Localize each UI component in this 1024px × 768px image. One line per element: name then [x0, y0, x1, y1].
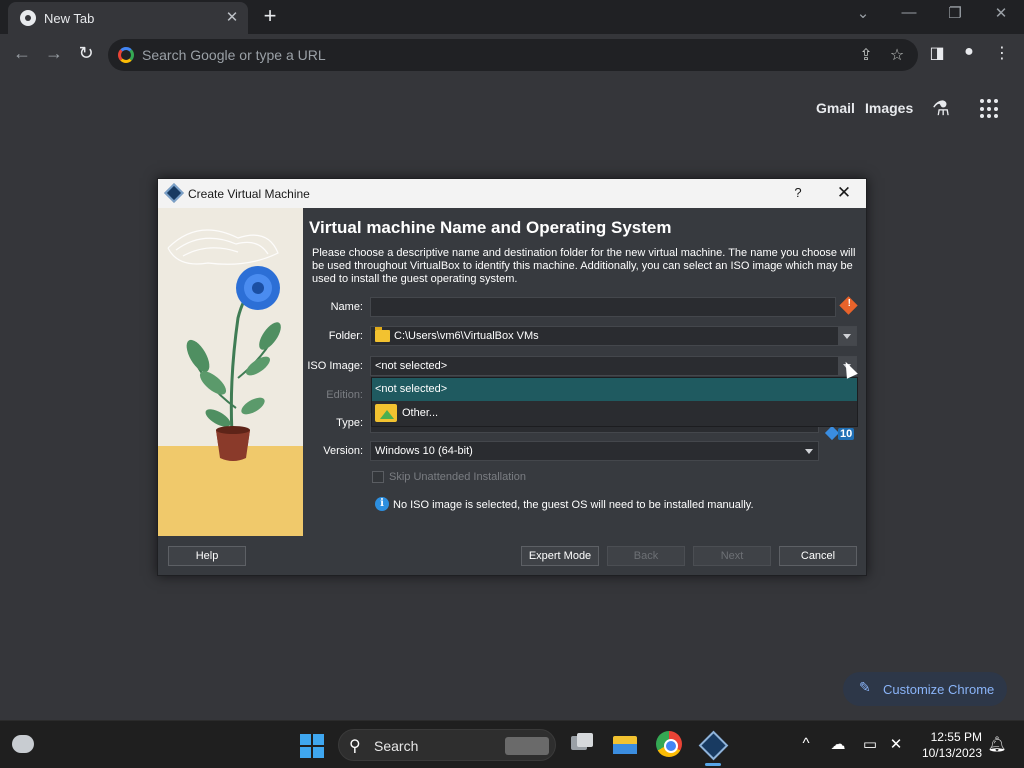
- wizard-heading: Virtual machine Name and Operating Syste…: [309, 218, 672, 237]
- back-button[interactable]: Back: [607, 546, 685, 566]
- file-explorer-icon[interactable]: [612, 731, 638, 757]
- taskbar-search-box[interactable]: ⚲ Search: [338, 729, 556, 761]
- help-button[interactable]: Help: [168, 546, 246, 566]
- info-message: No ISO image is selected, the guest OS w…: [393, 499, 754, 511]
- virtualbox-taskbar-icon[interactable]: [699, 731, 725, 757]
- task-view-icon[interactable]: [569, 731, 595, 757]
- next-button[interactable]: Next: [693, 546, 771, 566]
- windows-taskbar: ⚲ Search ^ ☁ ▭ ✕ 12:55 PM 10/13/2023 🔔︎: [0, 720, 1024, 768]
- dialog-titlebar: Create Virtual Machine ? ✕: [158, 179, 866, 208]
- tab-strip: New Tab ✕ + ⌄ — ❐ ✕: [0, 0, 1024, 34]
- chrome-favicon-icon: [20, 10, 36, 26]
- omnibox[interactable]: Search Google or type a URL ⇪ ☆: [108, 39, 918, 71]
- wizard-illustration: [158, 208, 303, 536]
- name-label: Name:: [330, 301, 363, 313]
- google-g-icon: [118, 47, 134, 63]
- back-arrow-icon[interactable]: ←: [10, 43, 34, 64]
- wizard-description: Please choose a descriptive name and des…: [312, 247, 856, 285]
- edition-label: Edition:: [326, 389, 363, 401]
- skip-unattended-label: Skip Unattended Installation: [389, 471, 526, 483]
- share-icon[interactable]: ⇪: [856, 45, 876, 65]
- profile-avatar-icon[interactable]: ●: [958, 43, 980, 61]
- labs-flask-icon[interactable]: ⚗: [932, 96, 950, 121]
- info-icon: i: [375, 497, 389, 511]
- gmail-link[interactable]: Gmail: [816, 100, 855, 116]
- forward-arrow-icon[interactable]: →: [42, 43, 66, 64]
- iso-image-select[interactable]: <not selected>: [370, 356, 857, 376]
- virtualbox-icon: [164, 183, 184, 203]
- name-warning-icon: !: [839, 296, 858, 315]
- folder-dropdown-arrow-icon[interactable]: [838, 327, 856, 345]
- chrome-taskbar-icon[interactable]: [656, 731, 682, 757]
- apps-grid-icon[interactable]: [980, 99, 1000, 119]
- start-button-icon[interactable]: [300, 734, 324, 758]
- side-panel-icon[interactable]: ◨: [926, 43, 948, 63]
- search-highlight-image: [505, 737, 549, 755]
- create-vm-dialog: Create Virtual Machine ? ✕ Virtual machi…: [157, 178, 867, 576]
- window-close-icon[interactable]: ✕: [986, 4, 1016, 22]
- tab-new-tab[interactable]: New Tab ✕: [8, 2, 248, 34]
- volume-muted-icon[interactable]: ✕: [886, 735, 906, 753]
- minimize-icon[interactable]: —: [894, 4, 924, 21]
- new-tab-plus-icon[interactable]: +: [258, 3, 282, 29]
- iso-image-value: <not selected>: [375, 360, 448, 372]
- windows-10-badge-icon: 10: [824, 425, 857, 443]
- network-icon[interactable]: ▭: [860, 735, 880, 753]
- reload-icon[interactable]: ↻: [74, 43, 98, 64]
- version-value: Windows 10 (64-bit): [375, 445, 473, 457]
- iso-option-not-selected[interactable]: <not selected>: [372, 378, 857, 401]
- dialog-help-icon[interactable]: ?: [790, 185, 806, 200]
- version-label: Version:: [323, 445, 363, 457]
- taskbar-search-label: Search: [374, 738, 419, 754]
- iso-image-label: ISO Image:: [307, 360, 363, 372]
- folder-label: Folder:: [328, 330, 363, 342]
- pencil-icon: ✎: [859, 679, 871, 695]
- active-app-indicator: [705, 763, 721, 766]
- flower-illustration-icon: [158, 229, 303, 536]
- notification-bell-icon[interactable]: 🔔︎: [987, 735, 1007, 753]
- customize-chrome-label: Customize Chrome: [883, 682, 995, 697]
- restore-icon[interactable]: ❐: [940, 4, 970, 22]
- onedrive-cloud-icon[interactable]: ☁: [828, 735, 848, 753]
- name-input[interactable]: [370, 297, 836, 317]
- tray-overflow-chevron-icon[interactable]: ^: [796, 735, 816, 752]
- tab-title: New Tab: [44, 11, 95, 26]
- tab-search-chevron-icon[interactable]: ⌄: [848, 4, 878, 22]
- skip-unattended-checkbox[interactable]: [372, 471, 384, 483]
- customize-chrome-button[interactable]: ✎ Customize Chrome: [843, 672, 1007, 706]
- version-dropdown-arrow-icon[interactable]: [800, 442, 818, 460]
- weather-widget-icon[interactable]: [12, 735, 34, 753]
- browser-toolbar: ← → ↻ Search Google or type a URL ⇪ ☆ ◨ …: [0, 34, 1024, 76]
- version-select[interactable]: Windows 10 (64-bit): [370, 441, 819, 461]
- search-icon: ⚲: [349, 738, 361, 755]
- clock-date[interactable]: 10/13/2023: [916, 746, 982, 760]
- cancel-button[interactable]: Cancel: [779, 546, 857, 566]
- folder-icon: [375, 327, 390, 342]
- dialog-close-icon[interactable]: ✕: [834, 183, 854, 203]
- other-disk-icon: [375, 404, 397, 422]
- dialog-footer: Help Expert Mode Back Next Cancel: [158, 536, 866, 575]
- iso-dropdown-list: <not selected> Other...: [371, 377, 858, 427]
- omnibox-placeholder: Search Google or type a URL: [142, 47, 326, 63]
- type-label: Type:: [336, 417, 363, 429]
- folder-value: C:\Users\vm6\VirtualBox VMs: [394, 330, 539, 342]
- bookmark-star-icon[interactable]: ☆: [887, 45, 907, 65]
- expert-mode-button[interactable]: Expert Mode: [521, 546, 599, 566]
- tab-close-icon[interactable]: ✕: [222, 8, 242, 26]
- folder-select[interactable]: C:\Users\vm6\VirtualBox VMs: [370, 326, 857, 346]
- iso-option-other[interactable]: Other...: [372, 402, 857, 425]
- images-link[interactable]: Images: [865, 100, 913, 116]
- menu-kebab-icon[interactable]: ⋮: [991, 43, 1013, 63]
- clock-time[interactable]: 12:55 PM: [920, 730, 982, 744]
- dialog-title: Create Virtual Machine: [188, 187, 310, 201]
